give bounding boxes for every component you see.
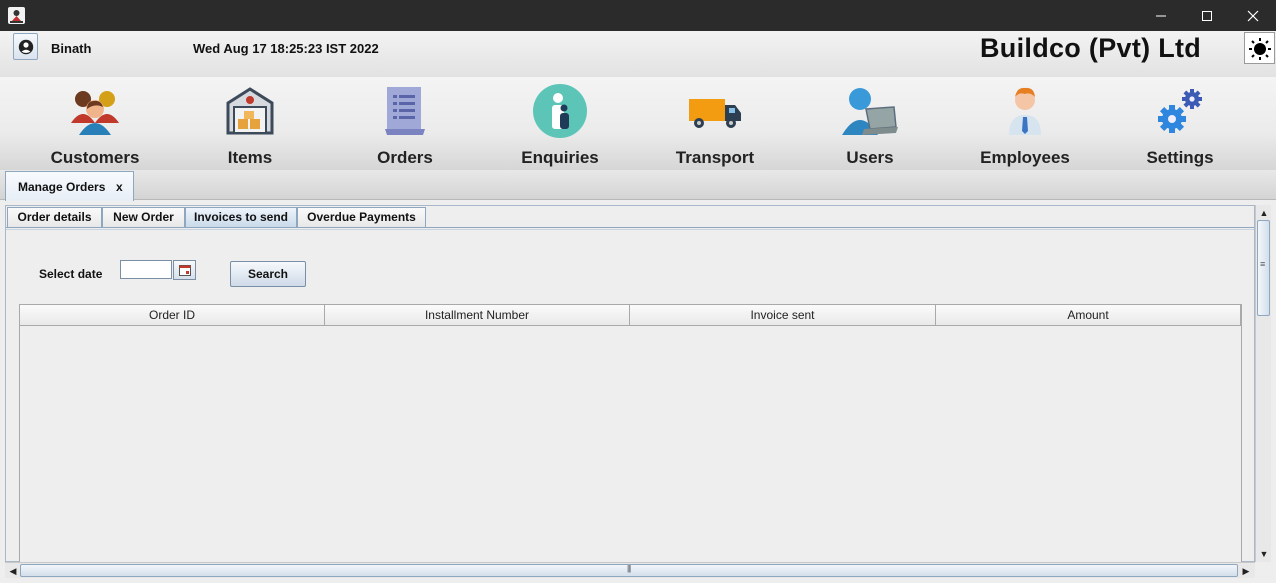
column-invoice-sent[interactable]: Invoice sent <box>630 305 936 325</box>
company-name: Buildco (Pvt) Ltd <box>980 33 1202 63</box>
date-input[interactable] <box>120 260 172 279</box>
nav-label: Enquiries <box>521 148 599 167</box>
warehouse-icon <box>226 87 274 135</box>
close-window-button[interactable] <box>1230 0 1276 31</box>
tab-invoices-to-send[interactable]: Invoices to send <box>185 207 297 227</box>
theme-toggle-button[interactable] <box>1244 32 1275 64</box>
nav-users[interactable]: Users <box>795 77 945 170</box>
user-profile-button[interactable] <box>13 33 38 60</box>
order-subtabs: Order details New Order Invoices to send… <box>6 206 1254 228</box>
calendar-icon <box>179 265 191 276</box>
user-laptop-icon <box>842 88 898 135</box>
scroll-down-icon[interactable]: ▼ <box>1256 546 1272 562</box>
vertical-scroll-thumb[interactable] <box>1257 220 1270 316</box>
nav-label: Transport <box>675 148 755 167</box>
close-tab-icon[interactable]: x <box>116 180 123 194</box>
invoices-table: Order ID Installment Number Invoice sent… <box>19 304 1242 563</box>
nav-transport[interactable]: Transport <box>640 77 790 170</box>
vertical-scrollbar[interactable]: ▲ ▼ <box>1255 205 1271 562</box>
nav-label: Users <box>846 148 894 167</box>
document-icon <box>385 87 425 135</box>
nav-label: Employees <box>980 148 1070 167</box>
minimize-button[interactable] <box>1138 0 1184 31</box>
nav-label: Orders <box>377 148 433 167</box>
app-header: Binath Wed Aug 17 18:25:23 IST 2022 Buil… <box>0 31 1276 77</box>
manage-orders-panel: Order details New Order Invoices to send… <box>5 205 1255 563</box>
app-icon <box>8 7 25 24</box>
nav-items[interactable]: Items <box>175 77 325 170</box>
scroll-left-icon[interactable]: ◀ <box>5 563 21 579</box>
tab-title: Manage Orders <box>18 180 106 194</box>
search-button[interactable]: Search <box>230 261 306 287</box>
scroll-up-icon[interactable]: ▲ <box>1256 205 1272 221</box>
divider <box>6 229 1254 230</box>
column-amount[interactable]: Amount <box>936 305 1241 325</box>
tab-new-order[interactable]: New Order <box>102 207 185 227</box>
module-tab-strip: Manage Orders x <box>0 170 1276 201</box>
scroll-right-icon[interactable]: ▶ <box>1238 563 1254 579</box>
maximize-button[interactable] <box>1184 0 1230 31</box>
nav-settings[interactable]: Settings <box>1105 77 1255 170</box>
user-name: Binath <box>51 41 92 56</box>
nav-orders[interactable]: Orders <box>330 77 480 170</box>
sun-icon <box>1249 38 1271 60</box>
select-date-label: Select date <box>39 267 103 281</box>
current-datetime: Wed Aug 17 18:25:23 IST 2022 <box>193 41 379 56</box>
gears-icon <box>1158 89 1202 133</box>
customers-icon <box>71 91 119 135</box>
info-person-icon <box>533 84 587 138</box>
horizontal-scroll-thumb[interactable] <box>20 564 1238 577</box>
tab-order-details[interactable]: Order details <box>7 207 102 227</box>
column-order-id[interactable]: Order ID <box>20 305 325 325</box>
nav-enquiries[interactable]: Enquiries <box>485 77 635 170</box>
nav-employees[interactable]: Employees <box>950 77 1100 170</box>
date-picker-button[interactable] <box>173 260 196 280</box>
window-titlebar <box>0 0 1276 31</box>
main-navigation: Customers Items Orders Enquiries Transpo… <box>0 77 1276 170</box>
nav-label: Items <box>227 148 273 167</box>
horizontal-scrollbar[interactable]: ◀ ▶ <box>5 562 1255 578</box>
tab-overdue-payments[interactable]: Overdue Payments <box>297 207 426 227</box>
table-header: Order ID Installment Number Invoice sent… <box>20 305 1241 326</box>
tab-manage-orders[interactable]: Manage Orders x <box>5 171 134 201</box>
nav-label: Customers <box>50 148 140 167</box>
employee-icon <box>1009 87 1041 135</box>
user-icon <box>18 39 34 55</box>
truck-icon <box>689 99 741 128</box>
nav-customers[interactable]: Customers <box>20 77 170 170</box>
column-installment-number[interactable]: Installment Number <box>325 305 630 325</box>
nav-label: Settings <box>1146 148 1214 167</box>
